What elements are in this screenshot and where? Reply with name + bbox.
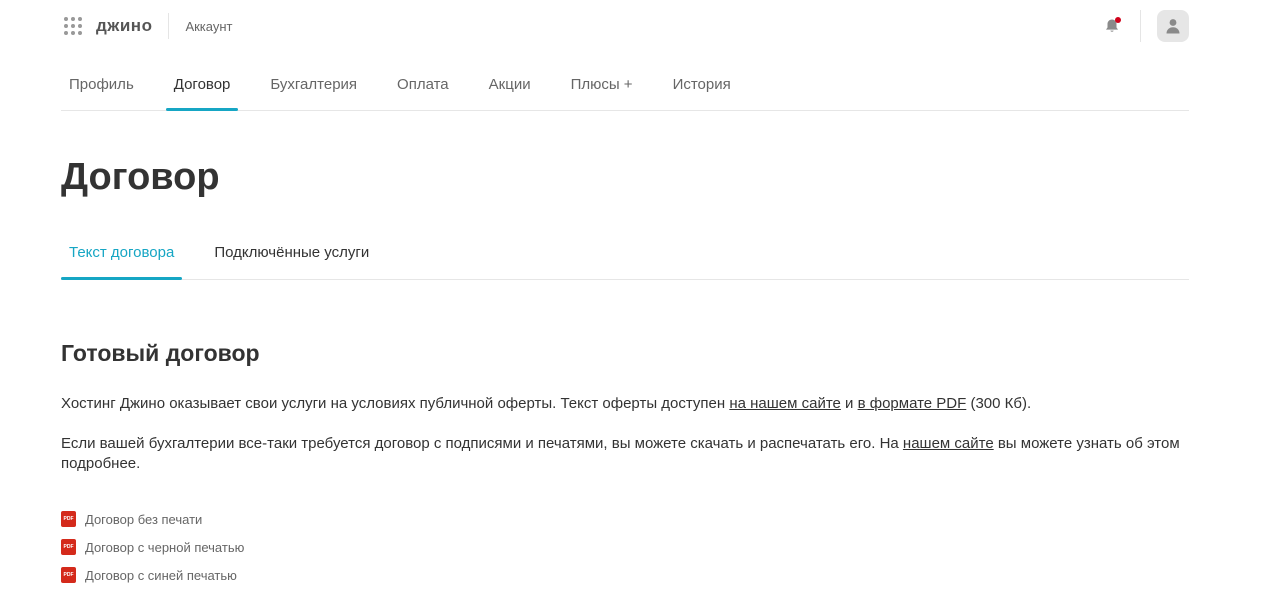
section-title: Готовый договор	[61, 340, 260, 366]
offer-text: (300 Кб).	[966, 395, 1032, 412]
file-label[interactable]: Договор без печати	[85, 512, 202, 527]
main-nav: Профиль Договор Бухгалтерия Оплата Акции…	[61, 60, 1189, 111]
nav-item-payment[interactable]: Оплата	[389, 60, 457, 110]
file-contract-no-stamp[interactable]: PDF Договор без печати	[61, 505, 244, 533]
notification-dot	[1115, 17, 1121, 23]
avatar[interactable]	[1157, 10, 1189, 42]
divider	[1140, 10, 1141, 42]
contract-paragraph: Если вашей бухгалтерии все-таки требуетс…	[61, 434, 1189, 474]
file-label[interactable]: Договор с черной печатью	[85, 540, 244, 555]
offer-paragraph: Хостинг Джино оказывает свои услуги на у…	[61, 394, 1189, 414]
account-link[interactable]: Аккаунт	[185, 19, 232, 34]
contract-files-list: PDF Договор без печати PDF Договор с чер…	[61, 505, 244, 589]
tab-contract-text[interactable]: Текст договора	[61, 234, 183, 280]
nav-item-contract[interactable]: Договор	[165, 60, 239, 111]
nav-item-history[interactable]: История	[665, 60, 739, 110]
offer-text: и	[840, 395, 858, 412]
tab-connected-services[interactable]: Подключённые услуги	[206, 234, 377, 279]
contract-text: Если вашей бухгалтерии все-таки требуетс…	[61, 435, 903, 452]
logo[interactable]: джино	[96, 16, 152, 36]
pdf-icon: PDF	[61, 511, 76, 527]
nav-item-profile[interactable]: Профиль	[61, 60, 142, 110]
divider	[168, 13, 170, 39]
nav-item-pluses[interactable]: Плюсы +	[563, 60, 641, 110]
offer-pdf-link[interactable]: в формате PDF	[858, 395, 967, 412]
user-icon	[1166, 19, 1180, 34]
nav-item-promotions[interactable]: Акции	[481, 60, 539, 110]
file-contract-black-stamp[interactable]: PDF Договор с черной печатью	[61, 533, 244, 561]
pdf-icon: PDF	[61, 567, 76, 583]
offer-site-link[interactable]: на нашем сайте	[729, 395, 841, 412]
page-title: Договор	[61, 156, 220, 198]
contract-site-link[interactable]: нашем сайте	[903, 435, 994, 452]
apps-grid-icon[interactable]	[61, 14, 85, 38]
pdf-icon: PDF	[61, 539, 76, 555]
nav-item-accounting[interactable]: Бухгалтерия	[262, 60, 365, 110]
file-label[interactable]: Договор с синей печатью	[85, 568, 237, 583]
bell-icon[interactable]	[1101, 15, 1123, 37]
offer-text: Хостинг Джино оказывает свои услуги на у…	[61, 395, 730, 412]
file-contract-blue-stamp[interactable]: PDF Договор с синей печатью	[61, 561, 244, 589]
sub-nav: Текст договора Подключённые услуги	[61, 234, 1189, 280]
top-bar: джино Аккаунт	[61, 0, 1189, 52]
